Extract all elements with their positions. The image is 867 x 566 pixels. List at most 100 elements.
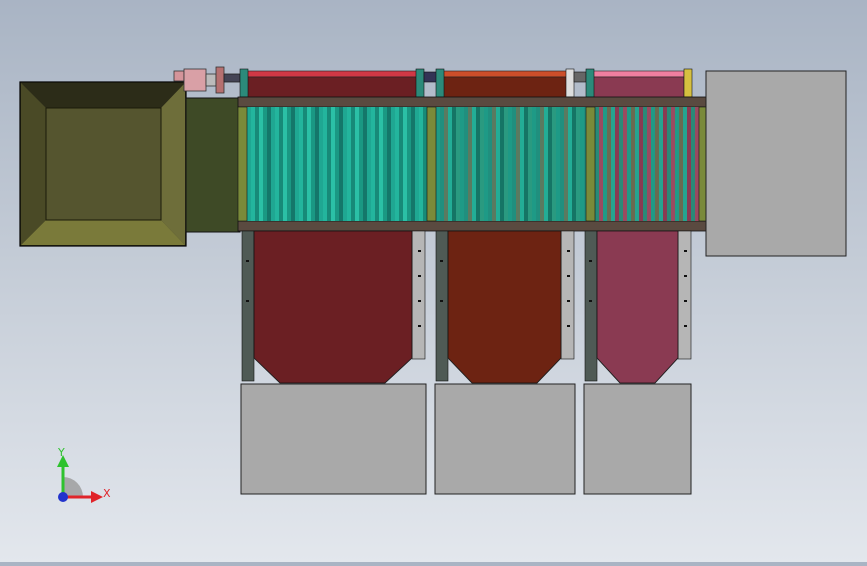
roller <box>379 107 383 221</box>
roller <box>263 107 267 221</box>
roller <box>307 107 311 221</box>
fastener <box>418 325 421 327</box>
roller <box>599 107 603 221</box>
roller <box>440 107 444 221</box>
roller <box>423 107 427 221</box>
collection-bin-3[interactable] <box>583 230 692 495</box>
roller <box>436 107 440 221</box>
roller <box>544 107 548 221</box>
conveyor-rail-top <box>237 96 709 108</box>
roller <box>460 107 464 221</box>
fastener <box>246 260 249 262</box>
roller <box>580 107 584 221</box>
roller <box>375 107 379 221</box>
fastener <box>418 300 421 302</box>
feed-hopper[interactable] <box>19 81 187 247</box>
roller <box>271 107 275 221</box>
roller <box>399 107 403 221</box>
roller <box>536 107 540 221</box>
feed-chute[interactable] <box>185 97 241 233</box>
roller-bed-2[interactable] <box>436 107 586 221</box>
roller <box>343 107 347 221</box>
roller <box>323 107 327 221</box>
roller <box>363 107 367 221</box>
roller <box>540 107 544 221</box>
roller <box>403 107 407 221</box>
roller <box>603 107 607 221</box>
roller <box>295 107 299 221</box>
roller <box>675 107 679 221</box>
collection-bin-1[interactable] <box>240 230 427 495</box>
roller <box>275 107 279 221</box>
roller <box>556 107 560 221</box>
fastener <box>246 300 249 302</box>
roller <box>359 107 363 221</box>
roller <box>335 107 339 221</box>
roller-bed-3[interactable] <box>595 107 699 221</box>
fastener <box>567 300 570 302</box>
drive-bar-2[interactable] <box>435 68 587 99</box>
roller-bed-1[interactable] <box>247 107 427 221</box>
drive-bar-3[interactable] <box>585 68 693 99</box>
roller <box>407 107 411 221</box>
roller <box>387 107 391 221</box>
roller <box>339 107 343 221</box>
roller <box>351 107 355 221</box>
roller <box>291 107 295 221</box>
roller <box>367 107 371 221</box>
roller <box>595 107 599 221</box>
assembly-drawing: Y X <box>19 66 847 503</box>
roller <box>687 107 691 221</box>
fastener <box>684 325 687 327</box>
roller <box>299 107 303 221</box>
roller <box>456 107 460 221</box>
fastener <box>440 300 443 302</box>
fastener <box>567 325 570 327</box>
roller <box>383 107 387 221</box>
roller <box>560 107 564 221</box>
axis-y-label: Y <box>57 446 65 459</box>
fastener <box>684 275 687 277</box>
roller <box>500 107 504 221</box>
drive-motor[interactable] <box>173 66 241 94</box>
drive-bar-1[interactable] <box>239 68 439 99</box>
fastener <box>567 250 570 252</box>
roller <box>512 107 516 221</box>
roller <box>283 107 287 221</box>
roller <box>607 107 611 221</box>
roller <box>548 107 552 221</box>
roller <box>255 107 259 221</box>
roller <box>520 107 524 221</box>
cad-viewport[interactable]: Y X <box>0 0 867 562</box>
roller <box>615 107 619 221</box>
fastener <box>418 275 421 277</box>
roller <box>619 107 623 221</box>
fastener <box>440 260 443 262</box>
roller <box>671 107 675 221</box>
roller <box>303 107 307 221</box>
roller <box>552 107 556 221</box>
fastener <box>418 250 421 252</box>
roller <box>315 107 319 221</box>
fastener <box>589 300 592 302</box>
roller <box>287 107 291 221</box>
roller <box>572 107 576 221</box>
roller <box>647 107 651 221</box>
roller <box>691 107 695 221</box>
roller <box>627 107 631 221</box>
collection-bin-2[interactable] <box>434 230 576 495</box>
roller <box>695 107 699 221</box>
outfeed-table[interactable] <box>705 70 847 257</box>
roller <box>259 107 263 221</box>
fastener <box>589 260 592 262</box>
roller <box>683 107 687 221</box>
roller <box>639 107 643 221</box>
roller <box>448 107 452 221</box>
roller <box>659 107 663 221</box>
fastener <box>684 300 687 302</box>
roller <box>480 107 484 221</box>
xyz-triad-icon[interactable] <box>57 455 103 503</box>
roller <box>279 107 283 221</box>
roller <box>623 107 627 221</box>
roller <box>516 107 520 221</box>
